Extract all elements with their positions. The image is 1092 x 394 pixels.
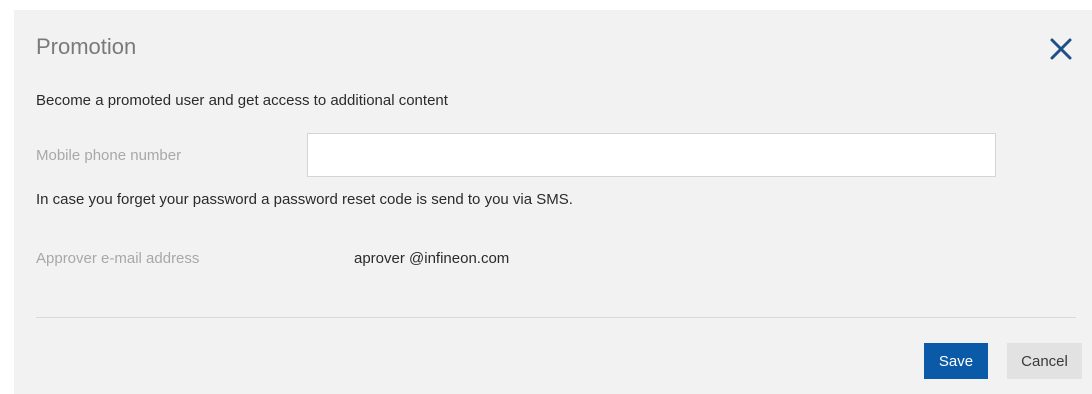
close-button[interactable] xyxy=(1048,36,1074,62)
approver-email-value: aprover @infineon.com xyxy=(354,250,510,267)
intro-text: Become a promoted user and get access to… xyxy=(36,92,448,109)
phone-input[interactable] xyxy=(307,133,996,177)
phone-label: Mobile phone number xyxy=(36,147,182,164)
footer-divider xyxy=(36,317,1076,318)
close-icon xyxy=(1050,38,1072,60)
dialog-title: Promotion xyxy=(36,34,137,59)
cancel-button[interactable]: Cancel xyxy=(1007,343,1082,379)
promotion-dialog: Promotion Become a promoted user and get… xyxy=(14,10,1092,394)
approver-label: Approver e-mail address xyxy=(36,250,200,267)
sms-hint-text: In case you forget your password a passw… xyxy=(36,191,573,208)
save-button[interactable]: Save xyxy=(924,343,988,379)
